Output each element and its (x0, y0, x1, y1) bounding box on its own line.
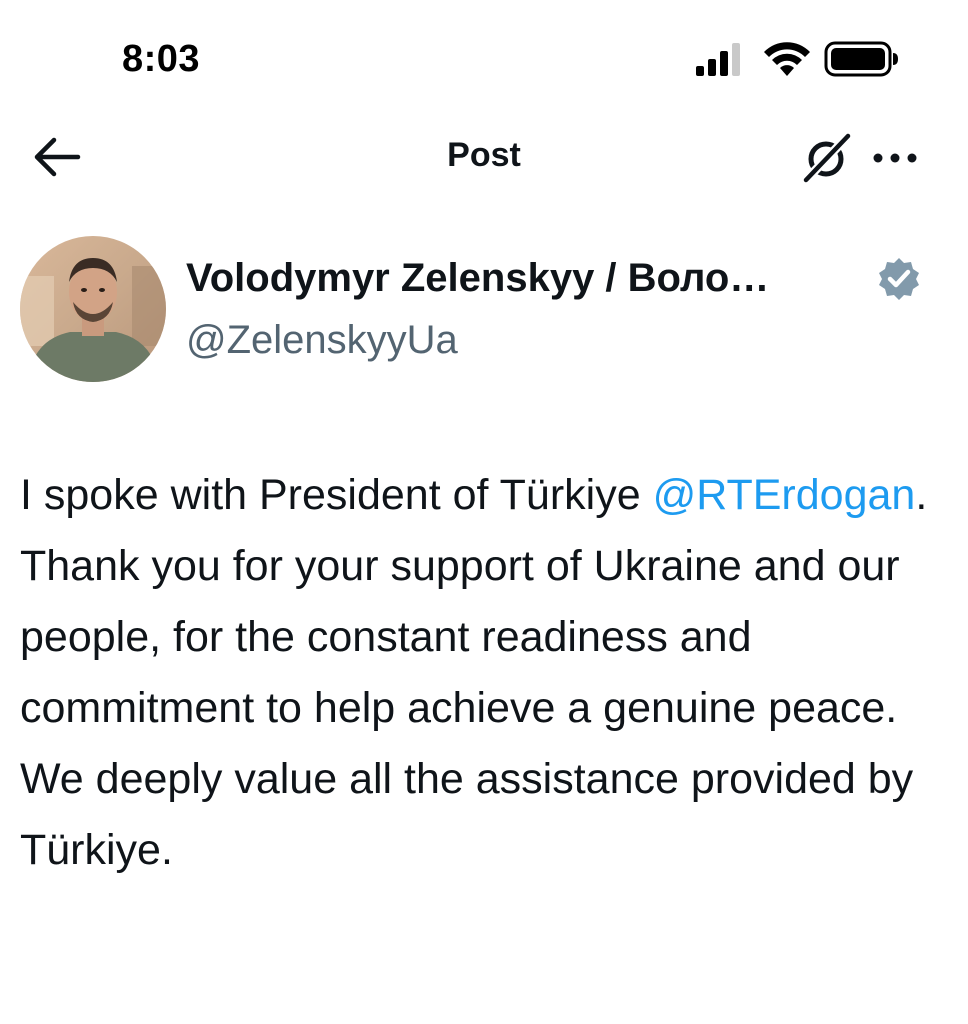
cellular-signal-icon (696, 43, 740, 76)
more-options-button[interactable] (870, 144, 920, 172)
status-icons (694, 40, 904, 80)
verified-badge-icon (879, 258, 919, 300)
display-name[interactable]: Volodymyr Zelenskyy / Воло… (186, 256, 769, 301)
wifi-icon (764, 42, 810, 76)
display-name-row: Volodymyr Zelenskyy / Воло… (186, 256, 946, 312)
battery-icon (824, 41, 898, 77)
avatar-image (20, 236, 166, 382)
mention-link[interactable]: @RTErdogan (653, 471, 916, 519)
status-time: 8:03 (122, 38, 201, 80)
post-text-start: I spoke with President of Türkiye (20, 471, 653, 519)
more-horizontal-icon (873, 153, 917, 163)
grok-icon (801, 131, 853, 185)
grok-button[interactable] (798, 130, 854, 186)
user-handle[interactable]: @ZelenskyyUa (186, 318, 458, 363)
post-text-rest: . Thank you for your support of Ukraine … (20, 471, 928, 874)
status-bar: 8:03 (0, 0, 968, 110)
post-author: Volodymyr Zelenskyy / Воло… @ZelenskyyUa (0, 232, 968, 392)
avatar[interactable] (20, 236, 166, 382)
nav-bar: Post (0, 118, 968, 198)
post-text: I spoke with President of Türkiye @RTErd… (20, 460, 950, 886)
